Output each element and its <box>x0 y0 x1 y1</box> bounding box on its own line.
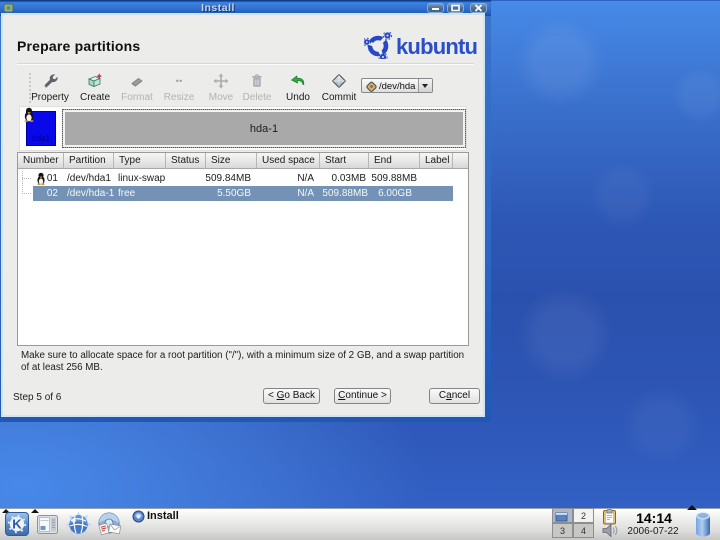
svg-text:K: K <box>12 517 22 532</box>
svg-text:kubuntu: kubuntu <box>396 34 477 59</box>
